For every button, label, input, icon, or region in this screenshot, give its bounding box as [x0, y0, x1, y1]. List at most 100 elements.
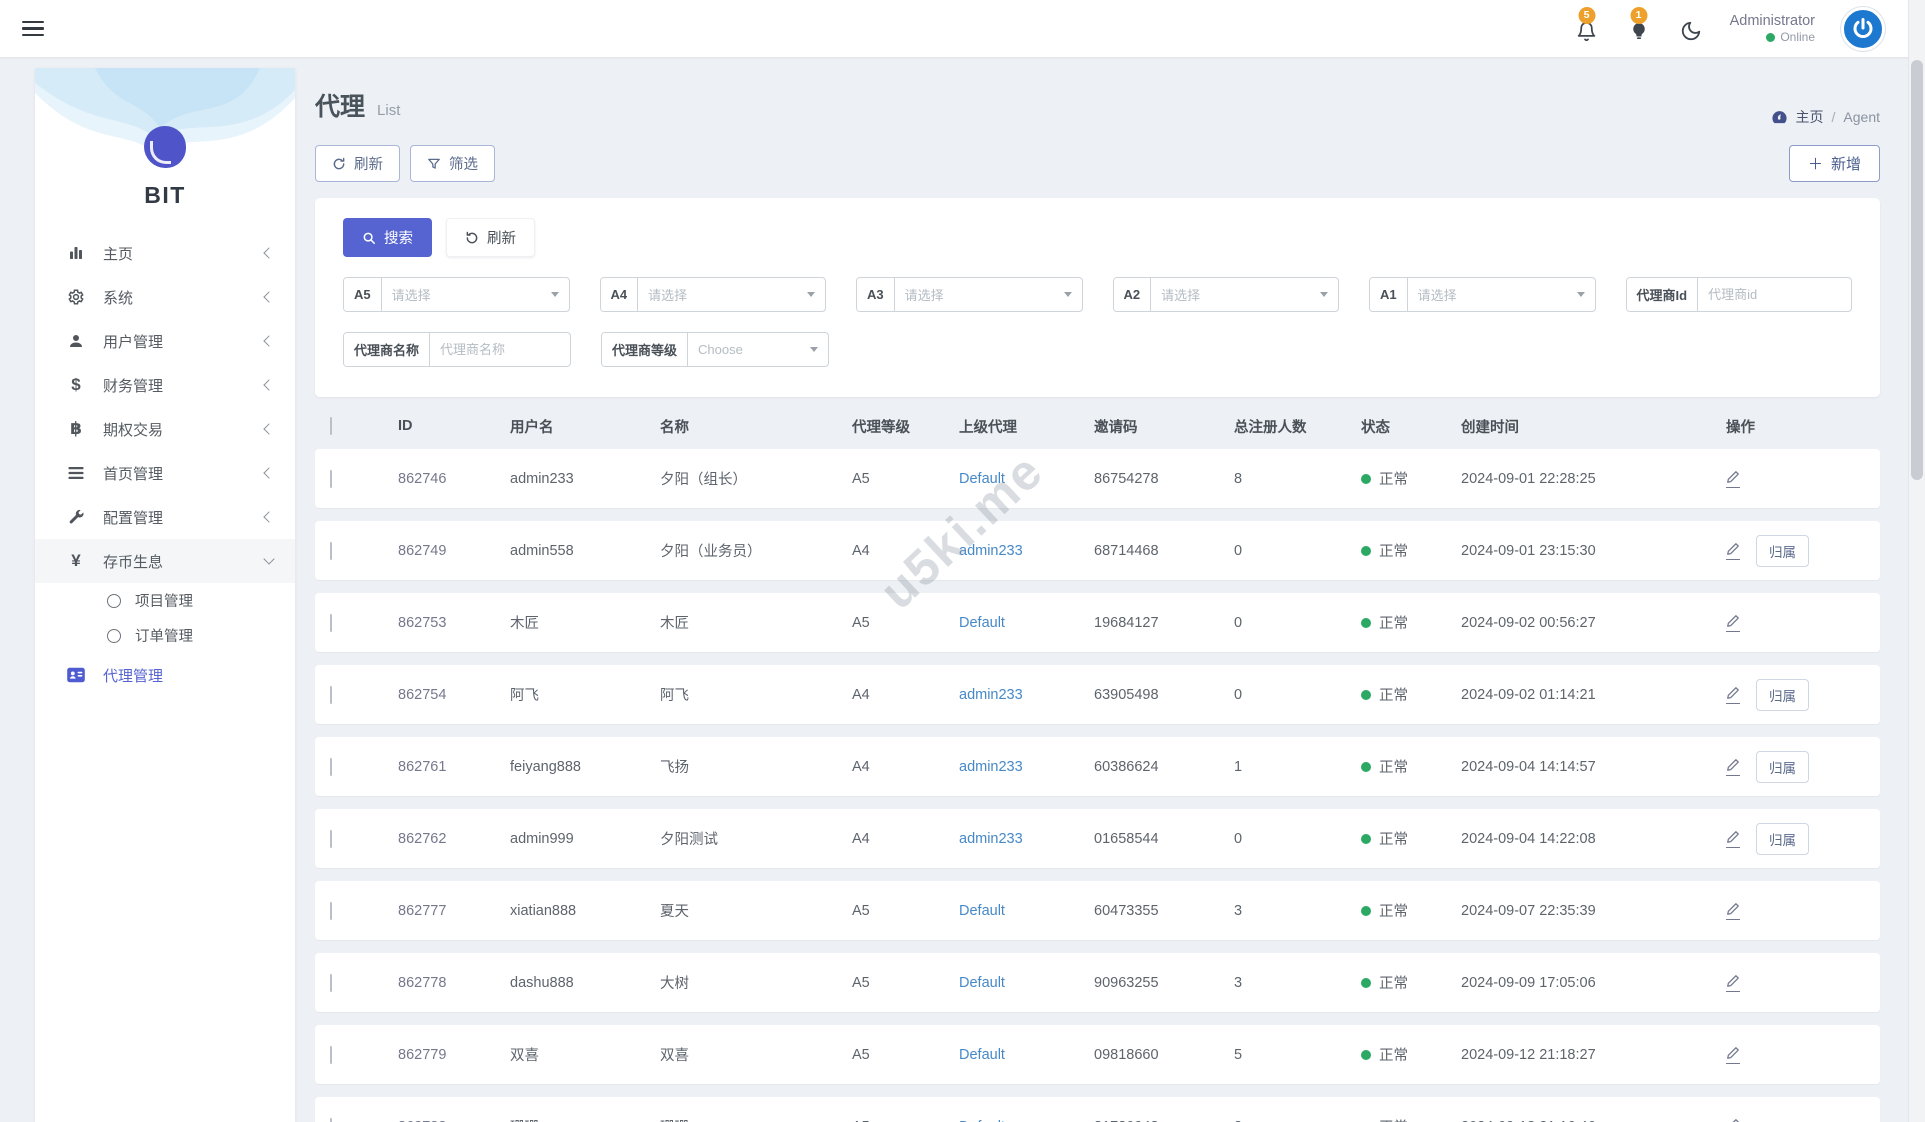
sidebar-item-users[interactable]: 用户管理 [35, 319, 295, 363]
cell-username: admin999 [510, 830, 574, 847]
assign-button[interactable]: 归属 [1756, 678, 1809, 711]
chevron-left-icon [263, 335, 275, 347]
sidebar-subitem-order-mgmt[interactable]: 订单管理 [35, 618, 295, 653]
chevron-left-icon [263, 423, 275, 435]
breadcrumb: 主页 / Agent [1771, 87, 1880, 127]
chevron-left-icon [263, 291, 275, 303]
sidebar-item-system[interactable]: 系统 [35, 275, 295, 319]
cell-created-at: 2024-09-13 21:16:46 [1461, 1119, 1726, 1122]
brand[interactable]: BIT [35, 68, 295, 209]
sidebar-item-deposit-interest[interactable]: ¥ 存币生息 [35, 539, 295, 583]
cell-actions [1726, 1046, 1865, 1064]
cell-actions [1726, 614, 1865, 632]
parent-agent-link[interactable]: admin233 [959, 759, 1023, 775]
filter-button[interactable]: 筛选 [410, 145, 495, 182]
parent-agent-link[interactable]: Default [959, 975, 1005, 991]
row-checkbox[interactable] [330, 613, 332, 632]
parent-agent-link[interactable]: Default [959, 1047, 1005, 1063]
breadcrumb-home[interactable]: 主页 [1796, 107, 1824, 127]
row-checkbox[interactable] [330, 685, 332, 704]
sidebar-item-finance[interactable]: $ 财务管理 [35, 363, 295, 407]
undo-icon [465, 231, 479, 245]
bell-icon [1576, 21, 1597, 42]
status-dot [1361, 1049, 1371, 1060]
sidebar-subitem-project-mgmt[interactable]: 项目管理 [35, 583, 295, 618]
status-dot [1361, 833, 1371, 844]
parent-agent-link[interactable]: Default [959, 1119, 1005, 1122]
select-a3[interactable]: A3 请选择 [856, 277, 1083, 312]
user-info[interactable]: Administrator Online [1730, 12, 1815, 45]
row-checkbox[interactable] [330, 541, 332, 560]
cell-registered-count: 0 [1234, 830, 1243, 847]
select-a2[interactable]: A2 请选择 [1112, 277, 1339, 312]
dark-mode-button[interactable] [1678, 16, 1704, 42]
row-checkbox[interactable] [330, 973, 332, 992]
cell-invite-code: 01658544 [1094, 830, 1159, 847]
agent-level-select[interactable]: 代理商等级 Choose [601, 332, 829, 367]
parent-agent-link[interactable]: admin233 [959, 687, 1023, 703]
edit-icon[interactable] [1726, 758, 1740, 776]
edit-icon[interactable] [1726, 902, 1740, 920]
sidebar-item-config[interactable]: 配置管理 [35, 495, 295, 539]
cell-registered-count: 0 [1234, 542, 1243, 559]
edit-icon[interactable] [1726, 542, 1740, 560]
row-checkbox[interactable] [330, 829, 332, 848]
sidebar-item-options-trading[interactable]: ฿ 期权交易 [35, 407, 295, 451]
edit-icon[interactable] [1726, 1118, 1740, 1122]
notifications-bell-button[interactable]: 5 [1574, 6, 1600, 42]
scrollbar-thumb[interactable] [1911, 60, 1923, 480]
edit-icon[interactable] [1726, 614, 1740, 632]
select-a4[interactable]: A4 请选择 [599, 277, 826, 312]
agent-id-input[interactable] [1698, 287, 1851, 302]
cell-registered-count: 0 [1234, 686, 1243, 703]
agent-name-field[interactable]: 代理商名称 [343, 332, 571, 367]
status-dot [1361, 977, 1371, 988]
search-button[interactable]: 搜索 [343, 218, 432, 257]
filter-panel: 搜索 刷新 A5 请选择 A4 请选择 A3 请选择 A2 请选择 A1 请选择… [315, 198, 1880, 397]
parent-agent-link[interactable]: Default [959, 903, 1005, 919]
cell-level: A4 [852, 542, 870, 559]
menu-toggle-icon[interactable] [22, 17, 44, 41]
parent-agent-link[interactable]: admin233 [959, 831, 1023, 847]
sidebar: BIT 主页 系统 用户管理 $ 财务管理 ฿ 期权交易 首页管理 配置管理 ¥… [35, 68, 295, 1122]
cell-name: 夏天 [660, 904, 689, 920]
parent-agent-link[interactable]: Default [959, 615, 1005, 631]
sidebar-item-homepage-mgmt[interactable]: 首页管理 [35, 451, 295, 495]
sidebar-item-home[interactable]: 主页 [35, 231, 295, 275]
sidebar-item-agent-mgmt[interactable]: 代理管理 [35, 653, 295, 697]
add-button[interactable]: ＋ 新增 [1788, 145, 1880, 182]
tips-bulb-button[interactable]: 1 [1626, 6, 1652, 42]
assign-button[interactable]: 归属 [1756, 822, 1809, 855]
edit-icon[interactable] [1726, 686, 1740, 704]
assign-button[interactable]: 归属 [1756, 534, 1809, 567]
row-checkbox[interactable] [330, 469, 332, 488]
select-all-checkbox[interactable] [330, 417, 332, 435]
edit-icon[interactable] [1726, 830, 1740, 848]
plus-icon: ＋ [1807, 156, 1823, 173]
cell-id: 862754 [398, 686, 447, 703]
row-checkbox[interactable] [330, 1117, 332, 1122]
cell-registered-count: 5 [1234, 1046, 1243, 1063]
avatar[interactable] [1841, 6, 1885, 51]
cell-username: xiatian888 [510, 902, 577, 919]
row-checkbox[interactable] [330, 1045, 332, 1064]
edit-icon[interactable] [1726, 1046, 1740, 1064]
cell-id: 862749 [398, 542, 447, 559]
select-a1[interactable]: A1 请选择 [1369, 277, 1596, 312]
row-checkbox[interactable] [330, 901, 332, 920]
parent-agent-link[interactable]: admin233 [959, 543, 1023, 559]
row-checkbox[interactable] [330, 757, 332, 776]
select-a5[interactable]: A5 请选择 [343, 277, 570, 312]
assign-button[interactable]: 归属 [1756, 750, 1809, 783]
sidebar-menu: 主页 系统 用户管理 $ 财务管理 ฿ 期权交易 首页管理 配置管理 ¥ 存币生… [35, 231, 295, 697]
edit-icon[interactable] [1726, 470, 1740, 488]
parent-agent-link[interactable]: Default [959, 471, 1005, 487]
agent-name-input[interactable] [430, 342, 570, 357]
cell-created-at: 2024-09-01 22:28:25 [1461, 470, 1596, 487]
agent-id-field[interactable]: 代理商Id [1625, 277, 1852, 312]
bar-chart-icon [65, 244, 87, 262]
scrollbar[interactable] [1908, 0, 1925, 1122]
reset-button[interactable]: 刷新 [446, 218, 535, 257]
edit-icon[interactable] [1726, 974, 1740, 992]
refresh-button[interactable]: 刷新 [315, 145, 400, 182]
